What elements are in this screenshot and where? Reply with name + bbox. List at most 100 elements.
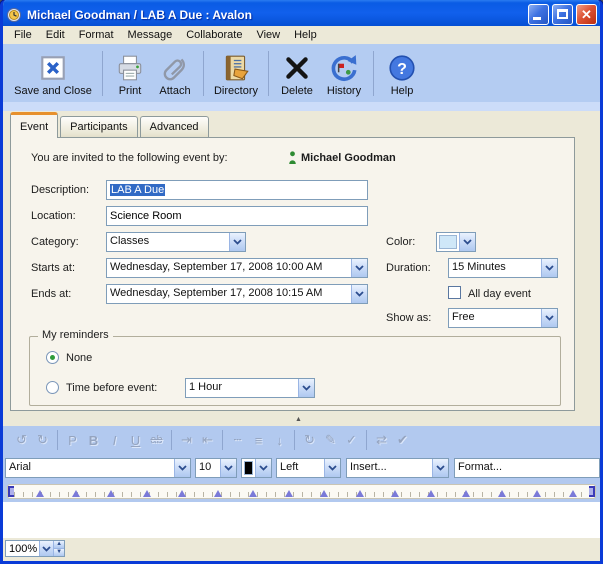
show-as-dropdown[interactable]: Free [448, 308, 558, 328]
category-label: Category: [31, 236, 79, 248]
main-toolbar: Save and Close Print Attach [3, 44, 600, 102]
chevron-down-icon[interactable] [541, 259, 557, 277]
font-color-swatch [244, 461, 253, 475]
toolbar-separator [268, 51, 269, 96]
tab-event[interactable]: Event [10, 112, 58, 138]
chevron-down-icon[interactable] [39, 541, 53, 556]
chevron-down-icon[interactable] [459, 233, 475, 251]
ruler-tabstop[interactable] [249, 490, 257, 497]
delete-button[interactable]: Delete [274, 47, 320, 100]
zoom-spinner[interactable]: ▲▼ [53, 541, 64, 556]
description-value: LAB A Due [110, 184, 165, 196]
tab-participants[interactable]: Participants [60, 116, 137, 138]
chevron-down-icon[interactable] [220, 459, 236, 477]
reminder-time-radio[interactable] [46, 381, 59, 394]
delete-icon [282, 53, 312, 83]
directory-button[interactable]: Directory [209, 47, 263, 100]
menu-item-edit[interactable]: Edit [39, 27, 72, 43]
person-icon [288, 151, 297, 164]
chevron-down-icon[interactable] [351, 259, 367, 277]
chevron-down-icon[interactable] [432, 459, 448, 477]
spinner-up-icon[interactable]: ▲ [54, 541, 64, 548]
ends-at-dropdown[interactable]: Wednesday, September 17, 2008 10:15 AM [106, 284, 368, 304]
ruler-tabstop[interactable] [462, 490, 470, 497]
ruler-tabstop[interactable] [569, 490, 577, 497]
spellcheck-icon: ✔ [392, 432, 413, 448]
menu-item-message[interactable]: Message [121, 27, 180, 43]
svg-text:?: ? [397, 60, 407, 78]
ruler-tabstop[interactable] [427, 490, 435, 497]
font-size-dropdown[interactable]: 10 [195, 458, 237, 478]
insert-dropdown[interactable]: Insert... [346, 458, 449, 478]
chevron-down-icon[interactable] [255, 459, 271, 477]
ruler-tabstop[interactable] [356, 490, 364, 497]
description-input[interactable]: LAB A Due [106, 180, 368, 200]
menu-item-help[interactable]: Help [287, 27, 324, 43]
color-dropdown[interactable] [436, 232, 476, 252]
location-input[interactable]: Science Room [106, 206, 368, 226]
ruler-tabstop[interactable] [533, 490, 541, 497]
find-replace-icon: ⇄ [371, 432, 392, 448]
collapse-arrow-icon[interactable]: ▲ [295, 416, 302, 423]
menu-item-file[interactable]: File [7, 27, 39, 43]
formatting-toolbar: ↺ ↻ P B I U ab ⇥ ⇤ ┄ ≡ ↓ ↻ ✎ ✓ ⇄ ✔ [3, 426, 600, 454]
directory-icon [221, 53, 251, 83]
close-button[interactable]: ✕ [576, 4, 597, 25]
minimize-icon [533, 17, 541, 20]
bold-icon: B [83, 433, 104, 448]
zoom-control[interactable]: 100% ▲▼ [5, 540, 65, 557]
spinner-down-icon[interactable]: ▼ [54, 548, 64, 556]
event-window: Michael Goodman / LAB A Due : Avalon ✕ F… [0, 0, 603, 564]
ruler-tabstop[interactable] [498, 490, 506, 497]
ruler-tabstop[interactable] [178, 490, 186, 497]
window-title: Michael Goodman / LAB A Due : Avalon [27, 8, 525, 22]
ruler-tabstop[interactable] [36, 490, 44, 497]
title-bar[interactable]: Michael Goodman / LAB A Due : Avalon ✕ [0, 0, 603, 29]
paragraph-spacing-icon: ≡ [248, 433, 269, 448]
format-dropdown[interactable]: Format... [454, 458, 600, 478]
help-button[interactable]: ? Help [379, 47, 425, 100]
message-body[interactable] [3, 502, 600, 538]
reminder-time-dropdown[interactable]: 1 Hour [185, 378, 315, 398]
ruler[interactable] [7, 484, 596, 499]
app-icon [6, 7, 22, 23]
ruler-tabstop[interactable] [143, 490, 151, 497]
chevron-down-icon[interactable] [541, 309, 557, 327]
toolbar-separator [373, 51, 374, 96]
indent-decrease-icon: ⇤ [197, 432, 218, 448]
insert-below-icon: ↓ [269, 433, 290, 448]
attach-button[interactable]: Attach [152, 47, 198, 100]
maximize-button[interactable] [552, 4, 573, 25]
chevron-down-icon[interactable] [324, 459, 340, 477]
ruler-tabstop[interactable] [391, 490, 399, 497]
chevron-down-icon[interactable] [351, 285, 367, 303]
font-family-dropdown[interactable]: Arial [5, 458, 191, 478]
right-margin-marker[interactable] [589, 486, 595, 497]
menu-item-view[interactable]: View [249, 27, 287, 43]
history-button[interactable]: History [320, 47, 368, 100]
indent-increase-icon: ⇥ [176, 432, 197, 448]
chevron-down-icon[interactable] [174, 459, 190, 477]
menu-item-collaborate[interactable]: Collaborate [179, 27, 249, 43]
ruler-tabstop[interactable] [107, 490, 115, 497]
my-reminders-group: My reminders None Time before event: 1 H… [29, 336, 561, 406]
starts-at-dropdown[interactable]: Wednesday, September 17, 2008 10:00 AM [106, 258, 368, 278]
chevron-down-icon[interactable] [229, 233, 245, 251]
font-color-dropdown[interactable] [241, 458, 272, 478]
tab-advanced[interactable]: Advanced [140, 116, 209, 138]
print-button[interactable]: Print [108, 47, 152, 100]
duration-dropdown[interactable]: 15 Minutes [448, 258, 558, 278]
reminder-none-radio[interactable] [46, 351, 59, 364]
alignment-dropdown[interactable]: Left [276, 458, 341, 478]
ruler-tabstop[interactable] [214, 490, 222, 497]
tab-strip: Event Participants Advanced [10, 111, 211, 138]
ruler-tabstop[interactable] [72, 490, 80, 497]
ruler-tabstop[interactable] [285, 490, 293, 497]
category-dropdown[interactable]: Classes [106, 232, 246, 252]
menu-item-format[interactable]: Format [72, 27, 121, 43]
ruler-tabstop[interactable] [320, 490, 328, 497]
chevron-down-icon[interactable] [298, 379, 314, 397]
save-and-close-button[interactable]: Save and Close [9, 47, 97, 100]
minimize-button[interactable] [528, 4, 549, 25]
all-day-checkbox[interactable] [448, 286, 461, 299]
